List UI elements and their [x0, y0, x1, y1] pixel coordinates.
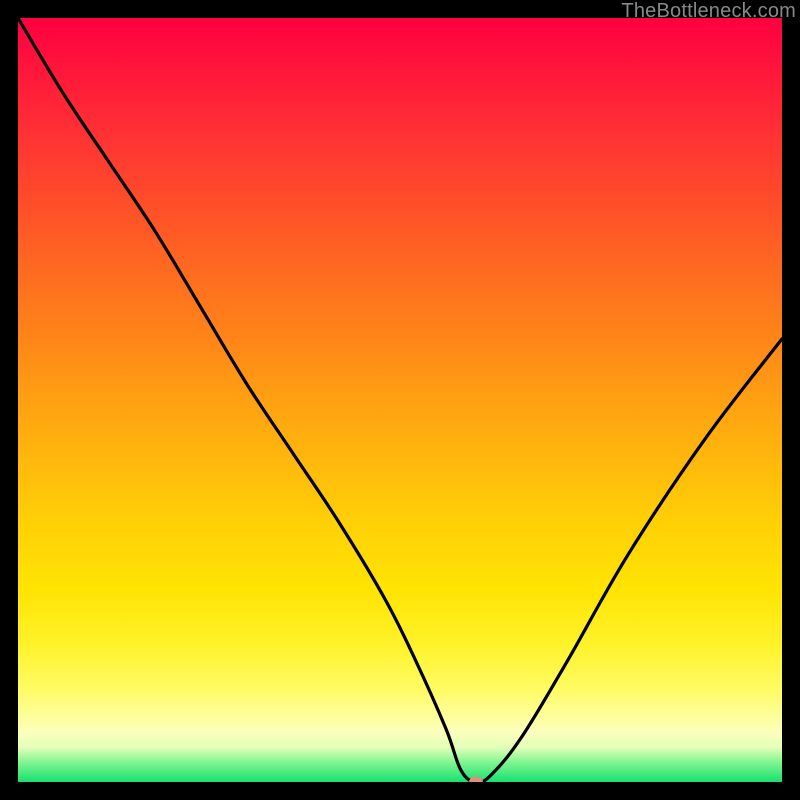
plot-area: [18, 18, 782, 782]
optimum-marker: [469, 777, 483, 782]
watermark-text: TheBottleneck.com: [621, 0, 796, 23]
chart-frame: TheBottleneck.com: [0, 0, 800, 800]
curve-path: [18, 18, 782, 782]
bottleneck-curve: [18, 18, 782, 782]
